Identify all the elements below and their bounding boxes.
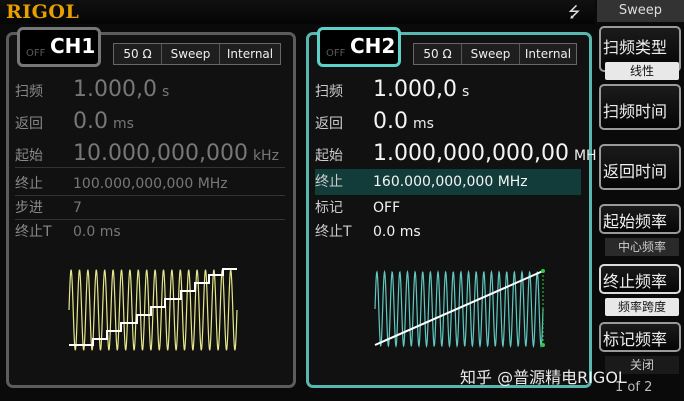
ch2-tab[interactable]: OFF CH2 — [317, 27, 401, 67]
ch1-source-tag: Internal — [220, 44, 280, 64]
ch1-sweep-time-row[interactable]: 扫频 1.000,0 s — [15, 77, 170, 102]
param-unit: kHz — [252, 148, 279, 164]
ch2-stop-freq-row[interactable]: 终止 160.000,000,000 MHz — [315, 171, 528, 193]
param-value: OFF — [373, 200, 401, 216]
param-value: 1.000,000,000,00 — [373, 141, 569, 166]
menu-title: Sweep — [597, 0, 684, 22]
sweep-menu: Sweep 扫频类型 线性 扫频时间 返回时间 起始频率 中心频率 终止频率 频… — [597, 0, 684, 401]
param-unit: s — [461, 84, 470, 100]
rigol-logo: RIGOL — [6, 1, 80, 23]
return-time-button[interactable]: 返回时间 — [599, 144, 681, 190]
center-freq-option[interactable]: 中心频率 — [605, 238, 679, 256]
freq-span-option[interactable]: 频率跨度 — [605, 298, 679, 316]
ch2-source-tag: Internal — [520, 44, 576, 64]
param-value: 100.000,000,000 MHz — [73, 176, 228, 192]
ch1-panel[interactable]: OFF CH1 50 Ω Sweep Internal 扫频 1.000,0 s… — [6, 27, 296, 388]
ch2-start-freq-row[interactable]: 起始 1.000,000,000,00 MHz — [315, 141, 604, 166]
ch1-tab[interactable]: OFF CH1 — [17, 27, 101, 67]
ch2-status-tags: 50 Ω Sweep Internal — [413, 43, 577, 65]
start-freq-button[interactable]: 起始频率 — [599, 204, 681, 234]
param-label: 起始 — [15, 148, 43, 164]
divider — [15, 219, 285, 220]
ch2-title: CH2 — [350, 34, 396, 58]
param-value: 0.0 — [373, 109, 408, 134]
ch1-start-freq-row[interactable]: 起始 10.000,000,000 kHz — [15, 141, 279, 166]
param-value: 7 — [73, 200, 82, 216]
ch2-mode-tag: Sweep — [462, 44, 520, 64]
usb-icon: ⭍ — [568, 3, 581, 21]
param-label: 终止T — [15, 224, 52, 240]
ch2-linear-sweep-waveform — [374, 269, 545, 349]
param-label: 终止 — [315, 174, 343, 190]
ch2-output-state: OFF — [326, 48, 346, 59]
ch1-mode-tag: Sweep — [162, 44, 220, 64]
top-bar: RIGOL ⭍ — [0, 0, 595, 24]
menu-button-label: 扫频类型 — [603, 38, 668, 57]
param-value: 0.0 ms — [373, 224, 421, 240]
sweep-time-button[interactable]: 扫频时间 — [599, 84, 681, 130]
param-value: 1.000,0 — [73, 77, 157, 102]
ch1-step-row[interactable]: 步进 7 — [15, 197, 82, 219]
ch2-sweep-time-row[interactable]: 扫频 1.000,0 s — [315, 77, 470, 102]
ch1-impedance-tag: 50 Ω — [114, 44, 162, 64]
menu-button-label: 起始频率 — [603, 212, 668, 231]
ch2-marker-row[interactable]: 标记 OFF — [315, 197, 400, 219]
menu-button-label: 标记频率 — [603, 330, 668, 349]
divider — [15, 167, 285, 168]
menu-button-label: 扫频时间 — [603, 102, 668, 121]
param-label: 扫频 — [315, 84, 343, 100]
param-value: 10.000,000,000 — [73, 141, 248, 166]
ch1-stepped-sweep-waveform — [68, 268, 238, 351]
param-value: 1.000,0 — [373, 77, 457, 102]
ch2-stop-time-row[interactable]: 终止T 0.0 ms — [315, 221, 421, 243]
param-label: 标记 — [315, 200, 343, 216]
param-label: 步进 — [15, 200, 43, 216]
stop-freq-button[interactable]: 终止频率 — [599, 264, 681, 294]
param-unit: s — [161, 84, 170, 100]
divider — [15, 195, 285, 196]
ch2-return-time-row[interactable]: 返回 0.0 ms — [315, 109, 434, 134]
param-unit: ms — [113, 116, 134, 132]
param-label: 起始 — [315, 148, 343, 164]
param-label: 返回 — [15, 116, 43, 132]
menu-button-label: 返回时间 — [603, 162, 668, 181]
param-unit: ms — [413, 116, 434, 132]
param-label: 返回 — [315, 116, 343, 132]
param-label: 扫频 — [15, 84, 43, 100]
watermark: 知乎 @普源精电RIGOL — [460, 368, 627, 387]
marker-freq-button[interactable]: 标记频率 — [599, 322, 681, 352]
ch1-output-state: OFF — [26, 48, 46, 59]
ch1-title: CH1 — [50, 34, 96, 58]
menu-button-label: 终止频率 — [603, 272, 668, 291]
ch2-panel[interactable]: OFF CH2 50 Ω Sweep Internal 扫频 1.000,0 s… — [306, 27, 604, 388]
ch1-stop-freq-row[interactable]: 终止 100.000,000,000 MHz — [15, 173, 228, 195]
ch1-status-tags: 50 Ω Sweep Internal — [113, 43, 281, 65]
sweep-type-value: 线性 — [605, 62, 679, 80]
param-label: 终止T — [315, 224, 352, 240]
param-value: 0.0 — [73, 109, 108, 134]
param-value: 0.0 ms — [73, 224, 121, 240]
param-value: 160.000,000,000 MHz — [373, 174, 528, 190]
ch2-impedance-tag: 50 Ω — [414, 44, 462, 64]
param-label: 终止 — [15, 176, 43, 192]
ch1-stop-time-row[interactable]: 终止T 0.0 ms — [15, 221, 121, 243]
ch1-return-time-row[interactable]: 返回 0.0 ms — [15, 109, 134, 134]
